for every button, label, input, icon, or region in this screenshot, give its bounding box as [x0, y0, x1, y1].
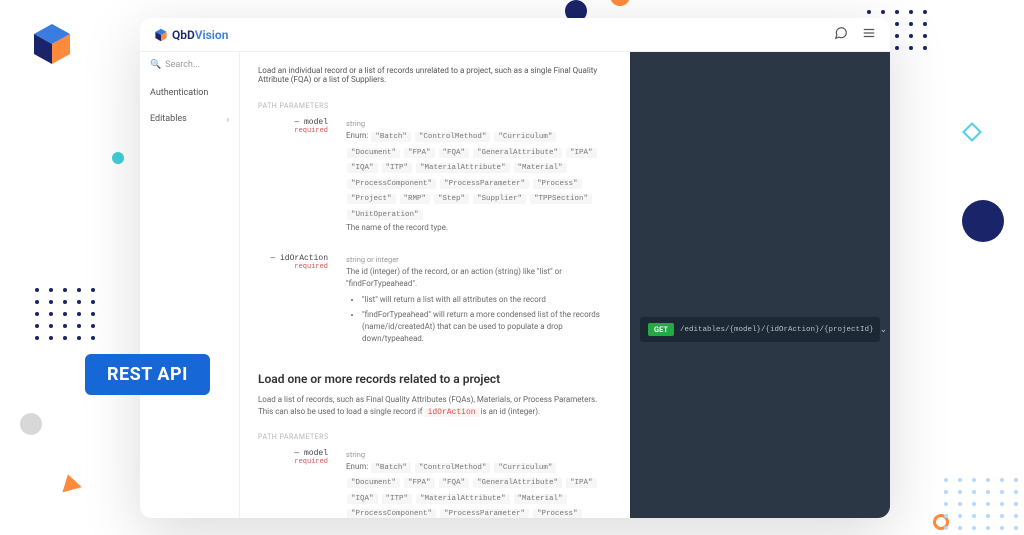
- param-bullet-item: "findForTypeahead" will return a more co…: [362, 309, 612, 345]
- brand-cube-logo: [30, 22, 74, 70]
- app-header: QbDVision: [140, 18, 890, 52]
- section-description: Load a list of records, such as Final Qu…: [258, 394, 612, 419]
- parameter-row: — idOrActionrequired string or integerThe…: [258, 254, 612, 353]
- documentation-column: Load an individual record or a list of r…: [240, 52, 630, 518]
- param-description: The id (integer) of the record, or an ac…: [346, 266, 612, 290]
- search-placeholder: Search...: [165, 60, 200, 70]
- param-required: required: [258, 458, 328, 466]
- app-window: QbDVision 🔍 Search... Authentication Edi…: [140, 18, 890, 518]
- brand-text-qbd: QbD: [172, 28, 195, 42]
- param-type: string or integer: [346, 254, 612, 265]
- sidebar-item-authentication[interactable]: Authentication: [150, 80, 229, 106]
- search-icon: 🔍: [150, 60, 161, 70]
- search-input[interactable]: 🔍 Search...: [150, 60, 229, 70]
- decor-dot-grid: [35, 288, 97, 340]
- rest-api-badge: REST API: [85, 354, 210, 395]
- param-enum-values: Enum: "Batch" "ControlMethod" "Curriculu…: [346, 129, 612, 222]
- desc-post: is an id (integer).: [481, 407, 541, 416]
- brand-logo[interactable]: QbDVision: [154, 28, 228, 42]
- section-title: Load one or more records related to a pr…: [258, 372, 612, 386]
- param-bullets: "list" will return a list with all attri…: [362, 294, 612, 345]
- sidebar-item-label: Editables: [150, 114, 187, 124]
- param-type: string: [346, 449, 612, 460]
- param-bullet-item: "list" will return a list with all attri…: [362, 294, 612, 306]
- decor-circle: [112, 152, 124, 164]
- decor-dot-grid: [944, 478, 1024, 530]
- decor-triangle: [58, 472, 81, 493]
- decor-circle: [962, 200, 1004, 242]
- chat-icon[interactable]: [834, 26, 848, 44]
- chevron-down-icon: ⌄: [880, 325, 888, 335]
- http-method-badge: GET: [648, 323, 674, 336]
- desc-keyword: idOrAction: [425, 408, 479, 417]
- param-required: required: [258, 263, 328, 271]
- intro-text: Load an individual record or a list of r…: [258, 66, 612, 84]
- param-required: required: [258, 127, 328, 135]
- param-note: The name of the record type.: [346, 222, 612, 234]
- menu-icon[interactable]: [862, 26, 876, 44]
- decor-circle: [20, 413, 42, 435]
- path-parameters-label: PATH PARAMETERS: [258, 102, 612, 110]
- param-type: string: [346, 118, 612, 129]
- param-name: — model: [258, 118, 328, 127]
- decor-circle: [610, 0, 630, 6]
- endpoint-selector[interactable]: GET /editables/{model}/{idOrAction}/{pro…: [640, 317, 880, 342]
- path-parameters-label: PATH PARAMETERS: [258, 433, 612, 441]
- brand-text-vision: Vision: [195, 28, 229, 42]
- chevron-right-icon: ›: [227, 115, 229, 124]
- endpoint-path: /editables/{model}/{idOrAction}/{project…: [680, 326, 874, 334]
- parameter-row: — modelrequired stringEnum: "Batch" "Cont…: [258, 449, 612, 519]
- sidebar: 🔍 Search... Authentication Editables ›: [140, 52, 240, 518]
- param-name: — idOrAction: [258, 254, 328, 263]
- code-column: GET /editables/{model}/{idOrAction}/{pro…: [630, 52, 890, 518]
- decor-diamond: [962, 122, 982, 142]
- param-enum-values: Enum: "Batch" "ControlMethod" "Curriculu…: [346, 460, 612, 518]
- brand-cube-icon: [154, 28, 168, 42]
- param-name: — model: [258, 449, 328, 458]
- parameter-row: — modelrequired stringEnum: "Batch" "Cont…: [258, 118, 612, 240]
- sidebar-item-editables[interactable]: Editables ›: [150, 106, 229, 132]
